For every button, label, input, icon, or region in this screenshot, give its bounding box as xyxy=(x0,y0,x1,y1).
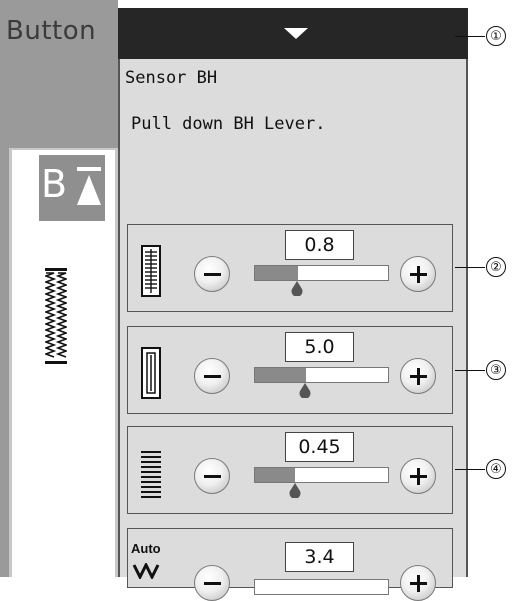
width-slider[interactable] xyxy=(254,265,389,281)
callout-line xyxy=(455,267,485,268)
bh-sensor-buttonhole-icon[interactable]: B xyxy=(39,155,105,221)
stitch-length-row: 5.0 xyxy=(127,326,453,414)
callout-1: ① xyxy=(486,26,506,46)
increase-density-button[interactable] xyxy=(400,458,436,494)
slider-marker-icon[interactable] xyxy=(289,483,301,498)
slider-marker-icon[interactable] xyxy=(291,281,303,296)
callout-line xyxy=(455,469,485,470)
sensor-bh-heading: Sensor BH xyxy=(125,68,218,88)
auto-value: 3.4 xyxy=(285,542,354,572)
increase-width-button[interactable] xyxy=(400,256,436,292)
density-value: 0.45 xyxy=(285,432,354,462)
decrease-length-button[interactable] xyxy=(194,358,230,394)
callout-line xyxy=(455,36,485,37)
increase-auto-button[interactable] xyxy=(400,565,436,601)
auto-lock-row: Auto 3.4 xyxy=(127,528,453,601)
stitch-density-icon xyxy=(141,451,161,498)
instruction-text: Pull down BH Lever. xyxy=(131,114,326,134)
stitch-length-icon xyxy=(141,347,161,399)
stitch-width-row: 0.8 xyxy=(127,224,453,312)
auto-slider[interactable] xyxy=(254,579,389,595)
length-value: 5.0 xyxy=(285,332,354,362)
increase-length-button[interactable] xyxy=(400,358,436,394)
density-slider[interactable] xyxy=(254,467,389,483)
callout-2: ② xyxy=(486,257,506,277)
auto-label: Auto xyxy=(131,541,161,556)
width-value: 0.8 xyxy=(285,230,354,260)
stitch-density-row: 0.45 xyxy=(127,426,453,514)
stitch-width-icon xyxy=(141,245,161,297)
dropdown-arrow-icon[interactable] xyxy=(284,28,308,39)
length-slider[interactable] xyxy=(254,367,389,383)
callout-4: ④ xyxy=(486,459,506,479)
decrease-auto-button[interactable] xyxy=(194,565,230,601)
slider-marker-icon[interactable] xyxy=(299,383,311,398)
decrease-density-button[interactable] xyxy=(194,458,230,494)
mode-title: Button xyxy=(6,16,97,46)
decrease-width-button[interactable] xyxy=(194,256,230,292)
callout-3: ③ xyxy=(486,360,506,380)
buttonhole-stitch-icon[interactable] xyxy=(45,268,67,364)
callout-line xyxy=(455,370,485,371)
